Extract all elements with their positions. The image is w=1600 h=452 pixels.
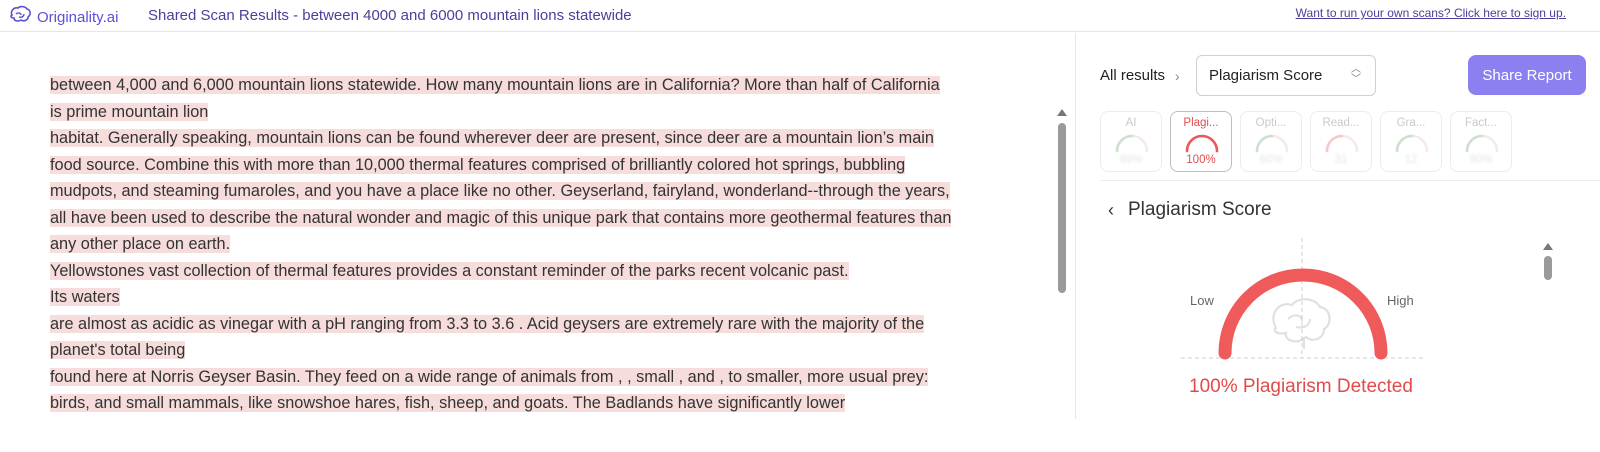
all-results-link[interactable]: All results (1100, 67, 1165, 84)
result-type-select[interactable]: Plagiarism Score ︿ ﹀ (1196, 55, 1376, 96)
score-card-label: Fact... (1465, 117, 1497, 129)
document-pane: between 4,000 and 6,000 mountain lions s… (0, 33, 1075, 419)
score-card-label: Gra... (1396, 117, 1426, 129)
score-card[interactable]: Plagi... 100% (1170, 111, 1232, 172)
select-value: Plagiarism Score (1209, 67, 1323, 84)
share-report-button[interactable]: Share Report (1468, 55, 1586, 95)
mini-gauge-icon (1465, 134, 1499, 153)
signup-link[interactable]: Want to run your own scans? Click here t… (1296, 6, 1566, 20)
document-scrollbar[interactable] (1057, 109, 1067, 452)
up-down-chevron-icon: ︿ ﹀ (1351, 64, 1361, 85)
mini-gauge-icon (1255, 134, 1289, 153)
mini-gauge-icon (1115, 134, 1149, 153)
scroll-up-icon[interactable] (1057, 109, 1067, 116)
section-header: ‹ Plagiarism Score (1108, 199, 1272, 221)
highlighted-paragraph[interactable]: between 4,000 and 6,000 mountain lions s… (50, 76, 940, 121)
score-card[interactable]: Opti... 60% (1240, 111, 1302, 172)
highlighted-paragraph[interactable]: Yellowstones vast collection of thermal … (50, 261, 849, 280)
scrollbar-thumb[interactable] (1544, 256, 1552, 280)
score-card-label: Plagi... (1183, 117, 1219, 129)
score-card-value: 100% (1186, 154, 1216, 166)
scan-title: Shared Scan Results - between 4000 and 6… (148, 7, 632, 24)
score-card-label: AI (1125, 117, 1137, 129)
brand-logo[interactable]: Originality.ai (8, 5, 118, 30)
score-card-value: 12 (1404, 154, 1418, 166)
score-card-label: Read... (1322, 117, 1360, 129)
plagiarism-gauge: Low High (1176, 233, 1436, 378)
scrollbar-thumb[interactable] (1058, 123, 1066, 293)
top-bar: Originality.ai Shared Scan Results - bet… (0, 0, 1600, 32)
score-card[interactable]: Fact... 90% (1450, 111, 1512, 172)
results-panel: All results › Plagiarism Score ︿ ﹀ Share … (1075, 33, 1600, 419)
brand-name: Originality.ai (37, 9, 119, 26)
score-cards: AI 99% Plagi... 100% Opti... 60% Read... 31 Gra.… (1100, 111, 1512, 172)
highlighted-paragraph[interactable]: Its waters (50, 288, 120, 306)
panel-scrollbar[interactable] (1543, 243, 1553, 419)
score-card[interactable]: Gra... 12 (1380, 111, 1442, 172)
score-card[interactable]: Read... 31 (1310, 111, 1372, 172)
gauge-high-label: High (1387, 293, 1414, 308)
score-card[interactable]: AI 99% (1100, 111, 1162, 172)
divider (1100, 180, 1600, 181)
back-chevron-icon[interactable]: ‹ (1108, 200, 1114, 221)
score-card-value: 90% (1469, 154, 1493, 166)
mini-gauge-icon (1185, 134, 1219, 153)
chevron-right-icon: › (1175, 67, 1180, 84)
highlighted-paragraph[interactable]: habitat. Generally speaking, mountain li… (50, 129, 952, 253)
mini-gauge-icon (1395, 134, 1429, 153)
brain-logo-icon (8, 5, 32, 30)
highlighted-paragraph[interactable]: found here at Norris Geyser Basin. They … (50, 367, 929, 412)
score-card-value: 31 (1334, 154, 1348, 166)
scanned-text: between 4,000 and 6,000 mountain lions s… (50, 72, 955, 417)
section-title: Plagiarism Score (1128, 199, 1272, 220)
score-card-value: 60% (1259, 154, 1283, 166)
score-card-value: 99% (1119, 154, 1143, 166)
highlighted-paragraph[interactable]: are almost as acidic as vinegar with a p… (50, 314, 925, 359)
breadcrumb: All results › (1100, 67, 1180, 84)
mini-gauge-icon (1325, 134, 1359, 153)
scroll-up-icon[interactable] (1543, 243, 1553, 250)
gauge-low-label: Low (1190, 293, 1214, 308)
plagiarism-result-text: 100% Plagiarism Detected (1189, 376, 1413, 397)
score-card-label: Opti... (1255, 117, 1287, 129)
brain-icon (1272, 298, 1331, 349)
